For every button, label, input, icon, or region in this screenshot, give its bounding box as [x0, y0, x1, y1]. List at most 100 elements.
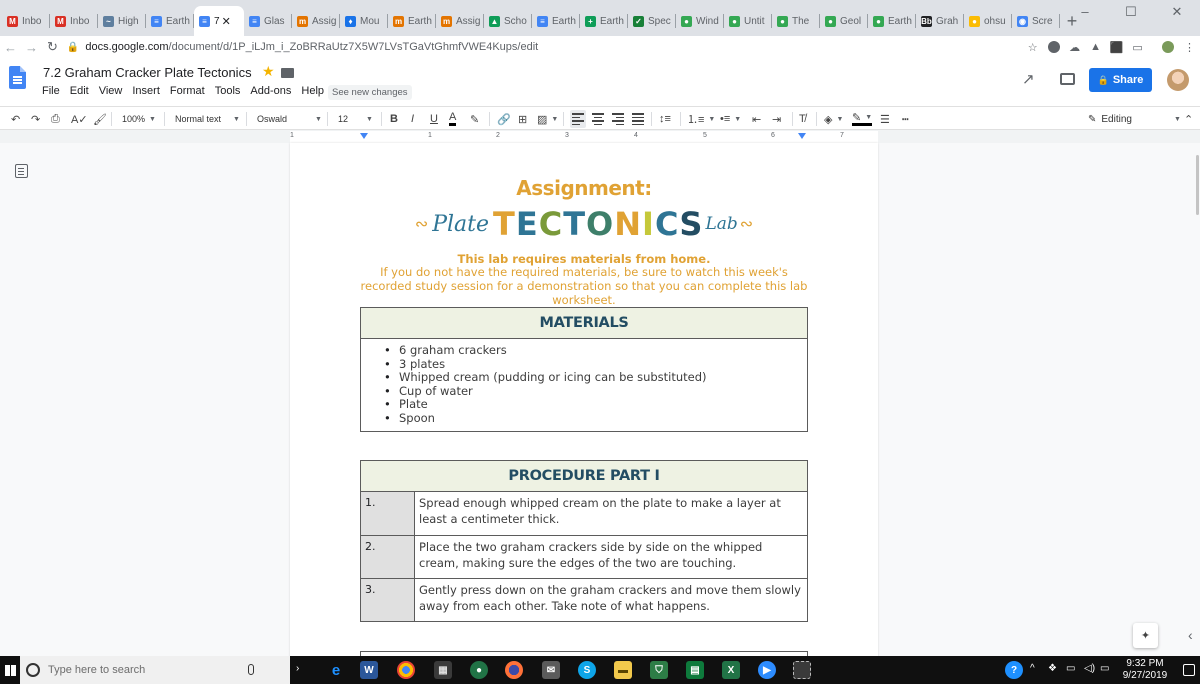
comment-icon[interactable] [1060, 73, 1075, 85]
skype-icon[interactable]: S [578, 661, 596, 679]
border-width-icon[interactable]: ☰ [880, 111, 890, 127]
align-right-icon[interactable] [612, 111, 624, 127]
minimize-button[interactable]: – [1062, 0, 1108, 24]
extension-drive-icon[interactable]: ▲ [1085, 39, 1106, 55]
snip-tool-icon[interactable] [793, 661, 811, 679]
browser-tab[interactable]: ≡ 7 ✕ [194, 6, 244, 36]
bold-button[interactable]: B [390, 111, 398, 127]
text-color-button[interactable]: A [449, 111, 457, 126]
print-icon[interactable]: ⎙ [51, 111, 60, 127]
side-panel-chevron-icon[interactable]: ‹ [1188, 627, 1193, 643]
border-color-icon[interactable]: ✎ ▼ [852, 111, 873, 126]
browser-tab[interactable]: ~ High [98, 6, 146, 36]
task-view-icon[interactable]: › [296, 663, 299, 674]
browser-tab[interactable]: m Assig [292, 6, 340, 36]
browser-tab[interactable]: ▲ Scho [484, 6, 532, 36]
notifications-icon[interactable] [1183, 664, 1195, 676]
menu-edit[interactable]: Edit [70, 85, 89, 97]
paint-format-icon[interactable]: 🖌 [93, 111, 107, 127]
close-window-button[interactable]: ✕ [1154, 0, 1200, 24]
document-outline-icon[interactable] [15, 164, 28, 178]
menu-addons[interactable]: Add-ons [250, 85, 291, 97]
back-icon[interactable]: ← [0, 40, 21, 55]
address-bar[interactable]: 🔒 docs.google.com/document/d/1P_iLJm_i_Z… [67, 37, 982, 57]
menu-insert[interactable]: Insert [132, 85, 160, 97]
explore-button[interactable]: ✦ [1133, 623, 1158, 648]
photos-icon[interactable]: ▤ [686, 661, 704, 679]
menu-view[interactable]: View [99, 85, 123, 97]
browser-tab[interactable]: M Inbo [2, 6, 50, 36]
underline-button[interactable]: U [430, 111, 438, 127]
extension-cast-icon[interactable]: ▭ [1127, 39, 1148, 55]
highlight-icon[interactable]: ✎ [470, 111, 479, 127]
forward-icon[interactable]: → [21, 40, 42, 55]
align-left-icon[interactable] [572, 111, 584, 127]
edge-icon[interactable]: e [327, 661, 345, 679]
dropbox-icon[interactable]: ❖ [1048, 663, 1057, 674]
taskbar-search-box[interactable]: Type here to search [20, 656, 290, 684]
border-dash-icon[interactable]: ┅ [902, 111, 909, 127]
fill-color-icon[interactable]: ◈ ▼ [824, 111, 843, 127]
green-app-icon[interactable]: ● [470, 661, 488, 679]
activity-trend-icon[interactable]: ↗ [1022, 70, 1035, 88]
taskbar-clock[interactable]: 9:32 PM 9/27/2019 [1115, 658, 1175, 682]
undo-icon[interactable]: ↶ [11, 111, 20, 127]
tray-chevron-icon[interactable]: ^ [1030, 663, 1035, 674]
reload-icon[interactable]: ↻ [42, 39, 63, 55]
star-icon[interactable]: ★ [262, 63, 275, 80]
volume-icon[interactable]: ◁) [1084, 663, 1095, 674]
browser-tab[interactable]: ≡ Earth [532, 6, 580, 36]
browser-tab[interactable]: ✓ Spec [628, 6, 676, 36]
numbered-list-icon[interactable]: ⒈≡ ▼ [687, 111, 715, 127]
browser-tab[interactable]: ≡ Glas [244, 6, 292, 36]
editing-mode-select[interactable]: ✎ Editing ▼ [1088, 111, 1181, 127]
document-title[interactable]: 7.2 Graham Cracker Plate Tectonics [43, 65, 252, 80]
keyboard-icon[interactable]: ▭ [1100, 663, 1109, 674]
browser-tab[interactable]: m Earth [388, 6, 436, 36]
browser-tab[interactable]: ● The [772, 6, 820, 36]
decrease-indent-icon[interactable]: ⇤ [752, 111, 761, 127]
firefox-icon[interactable] [505, 661, 523, 679]
bulleted-list-icon[interactable]: •≡ ▼ [720, 111, 741, 127]
clear-formatting-icon[interactable]: T̸ [799, 111, 806, 127]
browser-tab[interactable]: ● Untit [724, 6, 772, 36]
line-spacing-icon[interactable]: ↕≡ [659, 111, 671, 127]
browser-tab[interactable]: ● Geol [820, 6, 868, 36]
redo-icon[interactable]: ↷ [31, 111, 40, 127]
right-indent-marker[interactable] [798, 133, 806, 139]
folder-icon[interactable] [281, 68, 294, 78]
spellcheck-icon[interactable]: A✓ [71, 111, 88, 127]
vertical-scrollbar[interactable] [1196, 155, 1199, 215]
ruler[interactable]: 1 1 2 3 4 5 6 7 [290, 131, 878, 143]
extension-cloud-icon[interactable]: ☁ [1064, 39, 1085, 55]
share-button[interactable]: 🔒 Share [1089, 68, 1152, 92]
browser-tab[interactable]: + Earth [580, 6, 628, 36]
zoom-select[interactable]: 100% ▼ [122, 111, 156, 127]
word-icon[interactable]: W [360, 661, 378, 679]
browser-tab[interactable]: ◉ Scre [1012, 6, 1060, 36]
avatar[interactable] [1167, 69, 1189, 91]
extension-circle-icon[interactable] [1043, 39, 1064, 55]
justify-icon[interactable] [632, 111, 644, 127]
chrome-icon[interactable] [397, 661, 415, 679]
close-tab-icon[interactable]: ✕ [222, 15, 231, 28]
profile-icon[interactable] [1158, 39, 1179, 55]
browser-tab[interactable]: ● Wind [676, 6, 724, 36]
browser-tab[interactable]: ♦ Mou [340, 6, 388, 36]
align-center-icon[interactable] [592, 111, 604, 127]
browser-tab[interactable]: ● ohsu [964, 6, 1012, 36]
style-select[interactable]: Normal text ▼ [175, 111, 240, 127]
menu-help[interactable]: Help [301, 85, 324, 97]
browser-tab[interactable]: Bb Grah [916, 6, 964, 36]
italic-button[interactable]: I [411, 111, 414, 127]
document-page[interactable]: Assignment: ∾ Plate TECTONICS Lab ∾ This… [290, 143, 878, 663]
chrome-menu-icon[interactable]: ⋮ [1179, 39, 1200, 55]
font-size-select[interactable]: 12 ▼ [338, 111, 373, 127]
file-explorer-icon[interactable]: ▬ [614, 661, 632, 679]
store-icon[interactable]: ⛉ [650, 661, 668, 679]
browser-tab[interactable]: M Inbo [50, 6, 98, 36]
microphone-icon[interactable] [248, 664, 254, 675]
docs-logo-icon[interactable] [9, 66, 26, 89]
image-icon[interactable]: ▨ ▼ [537, 111, 558, 127]
left-indent-marker[interactable] [360, 133, 368, 139]
